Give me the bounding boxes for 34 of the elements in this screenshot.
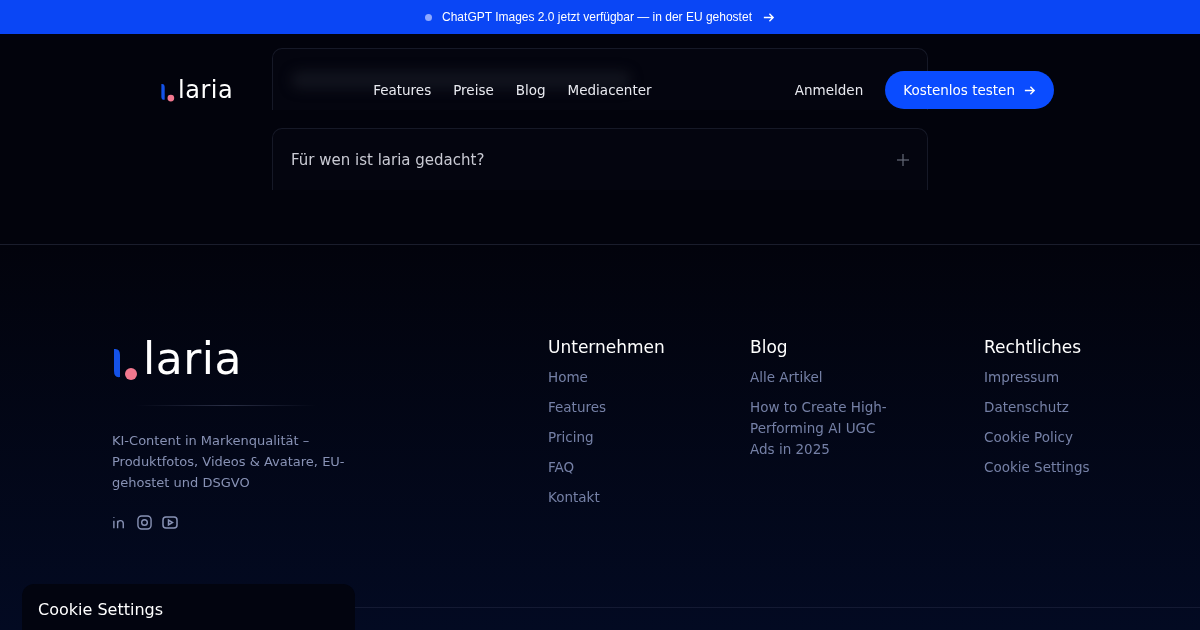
footer-link[interactable]: Pricing xyxy=(548,427,728,448)
logo-text[interactable]: laria xyxy=(178,78,234,102)
youtube-icon[interactable] xyxy=(162,515,178,530)
logo-mark-icon xyxy=(112,347,138,381)
nav-link[interactable]: Mediacenter xyxy=(567,82,652,98)
announcement-text: ChatGPT Images 2.0 jetzt verfügbar — in der EU gehostet xyxy=(442,10,752,24)
cookie-title: Cookie Settings xyxy=(38,600,164,619)
footer-link[interactable]: FAQ xyxy=(548,457,728,478)
nav-link[interactable]: Features xyxy=(373,82,432,98)
linkedin-icon[interactable] xyxy=(112,515,127,530)
cta-button[interactable]: Kostenlos testen xyxy=(885,71,1054,109)
column-title: Unternehmen xyxy=(548,337,666,357)
faq-item[interactable]: Für wen ist laria gedacht? xyxy=(272,128,928,190)
column-title: Blog xyxy=(750,337,789,357)
footer-link[interactable]: Alle Artikel xyxy=(750,367,900,388)
dot-icon xyxy=(425,13,433,21)
column-title: Rechtliches xyxy=(984,337,1083,357)
tagline: KI-Content in Markenqualität – Produktfotos, Videos & Avatare, EU-gehostet und DSGVO xyxy=(112,432,346,492)
instagram-icon[interactable] xyxy=(137,515,152,530)
logo-text[interactable]: laria xyxy=(143,337,242,381)
footer-link[interactable]: Kontakt xyxy=(548,487,728,508)
footer-link[interactable]: How to Create High-Performing AI UGC Ads in 2025 xyxy=(750,397,900,460)
footer-link[interactable]: Features xyxy=(548,397,728,418)
footer-link[interactable]: Cookie Policy xyxy=(984,427,1164,448)
login-link[interactable]: Anmelden xyxy=(794,82,864,98)
footer-link[interactable]: Cookie Settings xyxy=(984,457,1164,478)
footer-link[interactable]: Home xyxy=(548,367,728,388)
footer-link[interactable]: Datenschutz xyxy=(984,397,1164,418)
footer-link[interactable]: Impressum xyxy=(984,367,1164,388)
nav-link[interactable]: Preise xyxy=(453,82,494,98)
logo-mark-icon xyxy=(160,83,175,102)
announcement-bar[interactable]: ChatGPT Images 2.0 jetzt verfügbar — in der EU gehostet xyxy=(0,0,1200,34)
nav-link[interactable]: Blog xyxy=(515,82,546,98)
faq-question: Für wen ist laria gedacht? xyxy=(291,150,485,169)
